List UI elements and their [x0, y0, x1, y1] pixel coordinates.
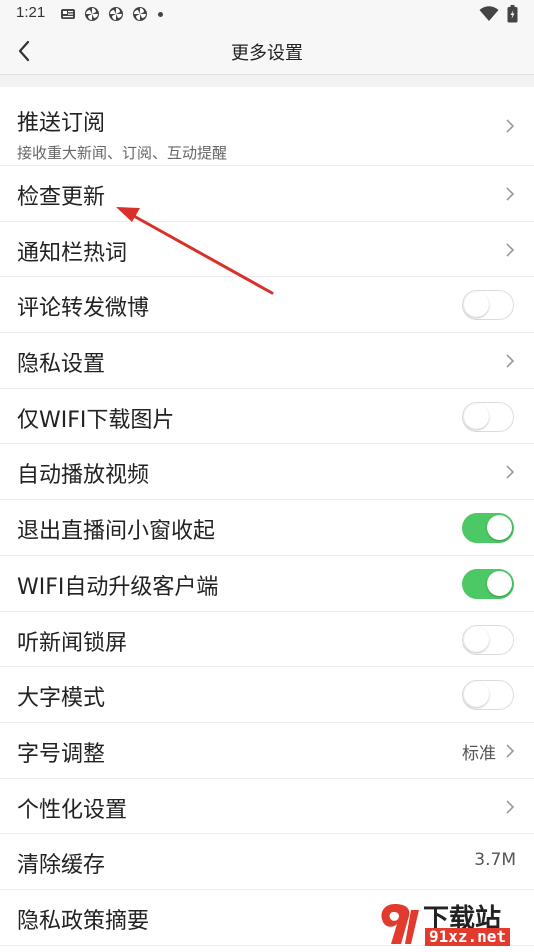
setting-wifi-upgrade: WIFI自动升级客户端 [0, 556, 534, 612]
setting-label: WIFI自动升级客户端 [17, 574, 219, 600]
cache-size-value: 3.7M [474, 850, 516, 871]
live-window-toggle[interactable] [462, 513, 514, 544]
chevron-right-icon [506, 243, 515, 257]
watermark-logo-icon [381, 904, 419, 944]
wifi-icon [479, 6, 499, 21]
setting-label: 隐私设置 [17, 352, 106, 378]
setting-privacy[interactable]: 隐私设置 [0, 333, 534, 389]
setting-label: 清除缓存 [17, 853, 106, 879]
setting-label: 检查更新 [17, 185, 106, 210]
settings-list: 推送订阅 接收重大新闻、订阅、互动提醒 检查更新 通知栏热词 评论转发微博 隐私… [0, 87, 534, 946]
news-app-icon [61, 9, 75, 19]
pinwheel-icon [85, 7, 99, 21]
setting-label: 退出直播间小窗收起 [17, 519, 216, 545]
pinwheel-icon [133, 7, 147, 21]
chevron-right-icon [506, 799, 515, 814]
pinwheel-icon [109, 7, 123, 21]
status-bar: 1:21 [0, 0, 534, 28]
toggle-knob [464, 682, 489, 708]
toggle-knob [464, 403, 489, 429]
setting-wifi-images: 仅WIFI下载图片 [0, 389, 534, 445]
setting-weibo-comment: 评论转发微博 [0, 277, 534, 334]
chevron-right-icon [506, 187, 515, 201]
chevron-right-icon [506, 119, 515, 133]
section-gap [0, 75, 534, 87]
setting-live-window: 退出直播间小窗收起 [0, 500, 534, 556]
font-size-value: 标准 [462, 743, 496, 764]
setting-label: 个性化设置 [17, 797, 128, 823]
setting-check-update[interactable]: 检查更新 [0, 166, 534, 222]
setting-large-text: 大字模式 [0, 667, 534, 723]
page-title: 更多设置 [231, 43, 303, 64]
status-time: 1:21 [16, 4, 46, 21]
setting-clear-cache[interactable]: 清除缓存 3.7M [0, 834, 534, 890]
setting-label: 推送订阅 [17, 111, 106, 136]
chevron-right-icon [506, 354, 515, 368]
lockscreen-toggle[interactable] [462, 624, 514, 655]
setting-label: 大字模式 [17, 686, 106, 712]
status-system-icons [479, 5, 518, 23]
setting-personalize[interactable]: 个性化设置 [0, 779, 534, 835]
large-text-toggle[interactable] [462, 680, 514, 711]
toggle-knob [464, 626, 489, 652]
chevron-right-icon [506, 744, 515, 758]
setting-label: 仅WIFI下载图片 [17, 407, 175, 433]
setting-news-lockscreen: 听新闻锁屏 [0, 612, 534, 668]
setting-label: 字号调整 [17, 741, 106, 767]
wifi-images-toggle[interactable] [462, 401, 514, 432]
toggle-knob [487, 515, 512, 541]
setting-font-size[interactable]: 字号调整 标准 [0, 723, 534, 779]
site-watermark: 下载站 91xz.net [377, 900, 532, 948]
setting-description: 接收重大新闻、订阅、互动提醒 [17, 144, 228, 162]
setting-label: 听新闻锁屏 [17, 630, 128, 656]
toggle-knob [487, 570, 512, 596]
battery-icon [507, 5, 518, 23]
setting-push-subscription[interactable]: 推送订阅 接收重大新闻、订阅、互动提醒 [0, 87, 534, 166]
status-notification-icons [60, 6, 163, 22]
setting-autoplay-video[interactable]: 自动播放视频 [0, 444, 534, 501]
setting-label: 隐私政策摘要 [17, 908, 150, 934]
dot-icon [158, 11, 163, 17]
watermark-url: 91xz.net [425, 928, 511, 946]
wifi-upgrade-toggle[interactable] [462, 568, 514, 599]
setting-notification-hotwords[interactable]: 通知栏热词 [0, 222, 534, 278]
setting-label: 自动播放视频 [17, 463, 150, 489]
weibo-comment-toggle[interactable] [462, 290, 514, 321]
chevron-right-icon [506, 465, 515, 480]
setting-label: 通知栏热词 [17, 240, 128, 266]
setting-label: 评论转发微博 [17, 296, 150, 322]
app-header: 更多设置 [0, 28, 534, 75]
toggle-knob [464, 292, 489, 318]
